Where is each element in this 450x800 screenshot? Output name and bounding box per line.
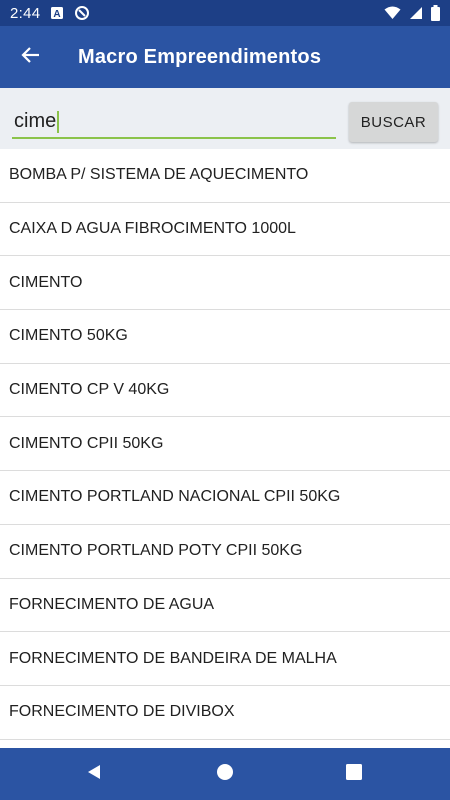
status-bar: 2:44 A [0,0,450,26]
status-left-group: 2:44 A [10,5,90,22]
list-item[interactable]: FORNECIMENTO DE AGUA [0,578,450,633]
back-button[interactable] [0,26,62,88]
app-bar: Macro Empreendimentos [0,26,450,88]
list-item[interactable]: CIMENTO PORTLAND POTY CPII 50KG [0,524,450,579]
search-input-value: cime [14,109,57,132]
signal-icon [409,6,423,20]
nav-home-button[interactable] [195,748,255,800]
navigation-bar [0,748,450,800]
home-circle-icon [216,763,234,786]
list-item[interactable]: CIMENTO CPII 50KG [0,417,450,472]
search-button[interactable]: BUSCAR [349,102,438,142]
search-bar: cime BUSCAR [0,88,450,149]
back-triangle-icon [85,763,103,786]
sync-icon [74,5,90,21]
wifi-icon [384,6,401,20]
battery-icon [431,5,440,21]
text-cursor [57,110,60,133]
nav-recents-button[interactable] [324,748,384,800]
recents-square-icon [345,763,363,786]
status-time: 2:44 [10,4,41,22]
list-item[interactable]: FORNECIMENTO DE DIVIBOX [0,685,450,740]
list-item[interactable]: FORNECIMENTO DE BANDEIRA DE MALHA [0,632,450,686]
nav-back-button[interactable] [64,748,124,800]
svg-text:A: A [54,9,61,20]
search-input[interactable]: cime [12,99,336,139]
list-item[interactable]: CAIXA D AGUA FIBROCIMENTO 1000L [0,202,450,257]
result-list: BOMBA P/ SISTEMA DE AQUECIMENTO CAIXA D … [0,149,450,748]
list-item[interactable]: CIMENTO PORTLAND NACIONAL CPII 50KG [0,471,450,525]
list-item[interactable]: CIMENTO [0,256,450,311]
page-title: Macro Empreendimentos [78,45,322,68]
font-app-icon: A [50,6,64,20]
status-right-group [384,5,440,21]
list-item[interactable]: BOMBA P/ SISTEMA DE AQUECIMENTO [0,149,450,203]
arrow-back-icon [21,45,41,70]
list-item[interactable]: CIMENTO 50KG [0,310,450,364]
list-item[interactable]: CIMENTO CP V 40KG [0,363,450,418]
